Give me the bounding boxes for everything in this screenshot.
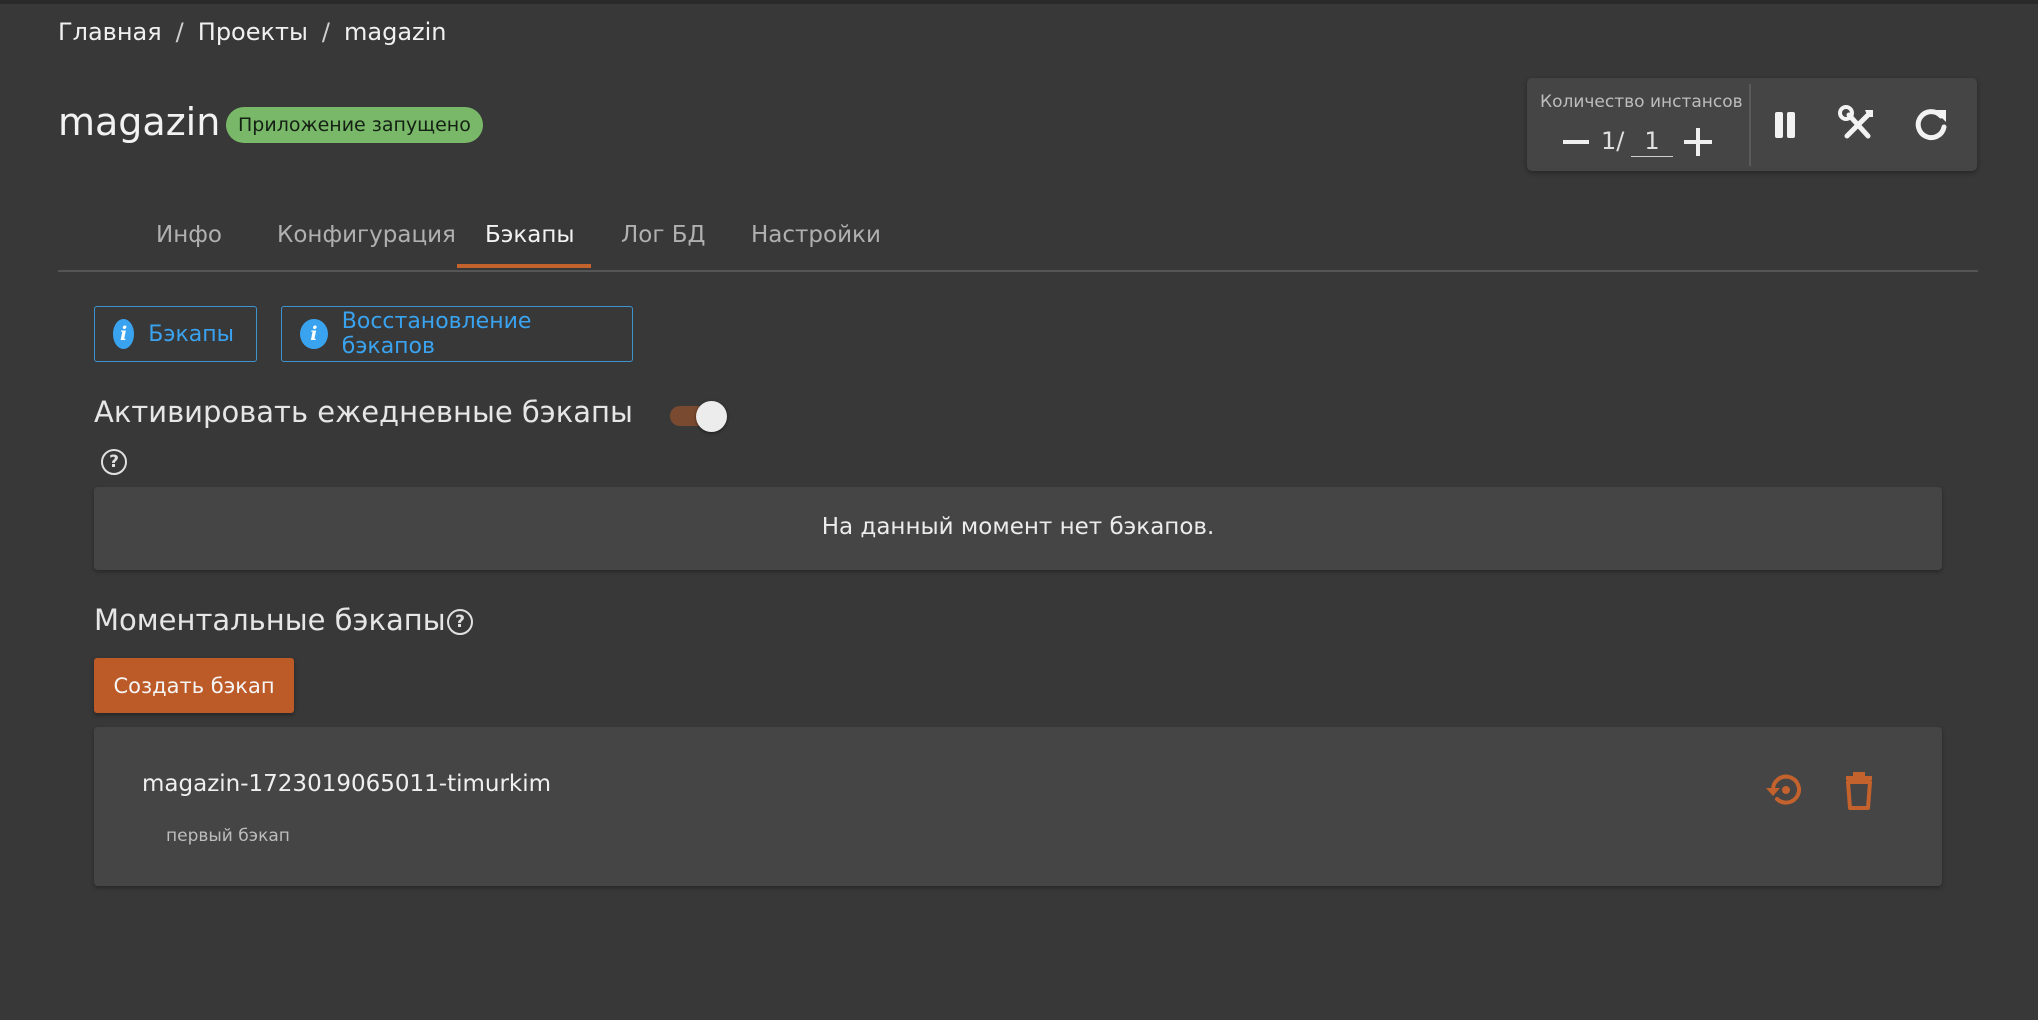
increase-instances-button[interactable] [1684,128,1712,156]
backup-description: первый бэкап [166,826,290,846]
daily-help-icon[interactable]: ? [101,449,127,475]
panel-divider [1749,84,1751,166]
empty-state-text: На данный момент нет бэкапов. [821,514,1215,540]
status-badge: Приложение запущено [226,107,483,143]
active-tab-indicator [457,264,591,268]
breadcrumb-projects[interactable]: Проекты [198,18,308,46]
tab-db-log[interactable]: Лог БД [621,222,706,248]
trash-icon [1846,772,1872,810]
instance-count-label: Количество инстансов [1540,92,1743,112]
tools-icon [1838,105,1873,139]
breadcrumb-current: magazin [344,18,447,46]
breadcrumb-separator: / [175,18,184,46]
tab-bar: Инфо Конфигурация Бэкапы Лог БД Настройк… [58,202,1978,272]
tab-settings[interactable]: Настройки [751,222,881,248]
restore-info-button[interactable]: i Восстановление бэкапов [281,306,633,362]
tab-configuration[interactable]: Конфигурация [277,222,456,248]
breadcrumb-home[interactable]: Главная [58,18,162,46]
restore-backup-button[interactable] [1762,767,1808,813]
toggle-knob [696,401,727,432]
refresh-icon [1915,109,1947,141]
tab-info[interactable]: Инфо [156,222,222,248]
decrease-instances-button[interactable] [1563,129,1589,155]
restore-info-label: Восстановление бэкапов [341,309,532,359]
backup-name: magazin-1723019065011-timurkim [142,771,552,797]
info-icon: i [113,319,135,349]
instant-backups-title: Моментальные бэкапы [94,603,446,637]
backup-list-item: magazin-1723019065011-timurkim первый бэ… [94,727,1942,886]
backups-info-button[interactable]: i Бэкапы [94,306,257,362]
daily-backups-title: Активировать ежедневные бэкапы [94,395,633,429]
pause-icon [1775,112,1795,138]
breadcrumb: Главная / Проекты / magazin [58,18,447,46]
top-bar-shadow [0,0,2038,4]
restart-button[interactable] [1910,104,1952,146]
delete-backup-button[interactable] [1836,767,1882,813]
instant-help-icon[interactable]: ? [447,609,473,635]
daily-backups-list: На данный момент нет бэкапов. [94,487,1942,570]
maintenance-button[interactable] [1837,104,1879,146]
backups-info-label: Бэкапы [148,321,234,347]
daily-backups-toggle[interactable] [670,401,728,432]
tab-backups[interactable]: Бэкапы [485,222,575,248]
create-backup-button[interactable]: Создать бэкап [94,658,294,713]
restore-icon [1766,774,1801,805]
info-icon: i [300,319,328,349]
instance-control-panel: Количество инстансов 1/ [1527,78,1977,171]
instance-current-count: 1/ [1601,127,1625,155]
pause-button[interactable] [1764,104,1806,146]
breadcrumb-separator: / [321,18,331,46]
instance-target-input[interactable] [1631,126,1673,157]
page-title: magazin [58,100,221,144]
